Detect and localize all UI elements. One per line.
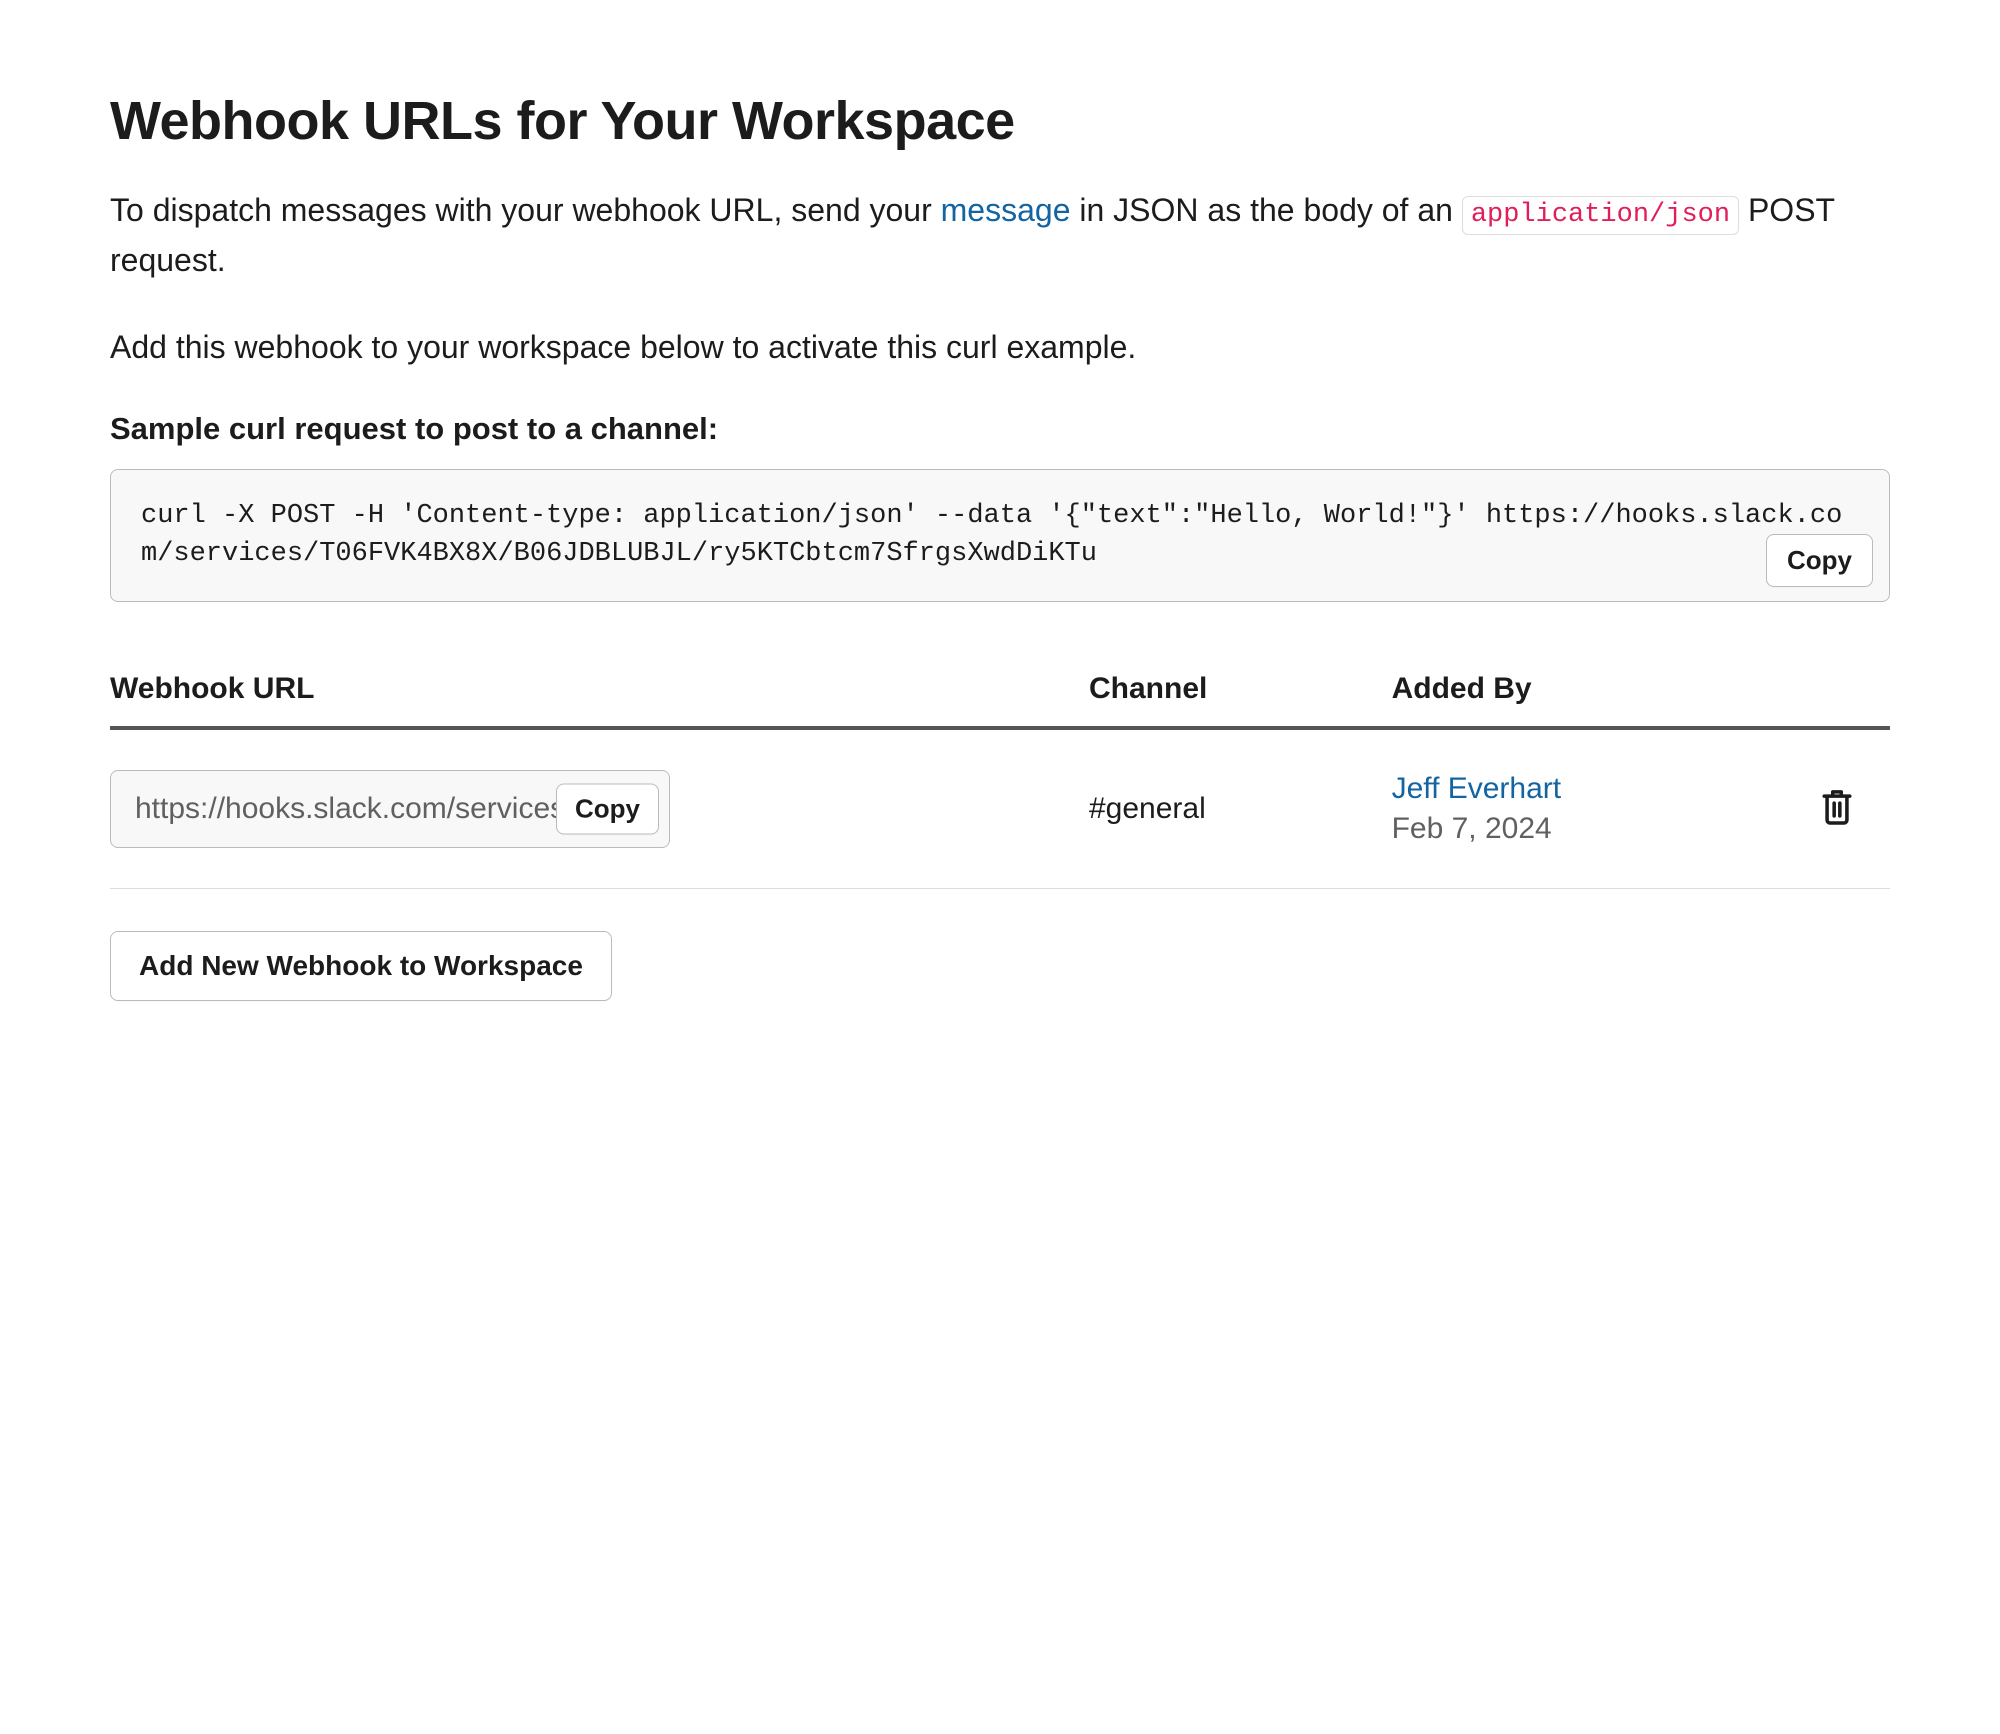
add-new-webhook-button[interactable]: Add New Webhook to Workspace — [110, 931, 612, 1001]
copy-curl-button[interactable]: Copy — [1766, 534, 1873, 587]
content-type-code: application/json — [1462, 196, 1739, 235]
webhook-table-header: Webhook URL Channel Added By — [110, 672, 1890, 730]
added-by-date: Feb 7, 2024 — [1392, 812, 1784, 846]
sample-curl-label: Sample curl request to post to a channel… — [110, 411, 1890, 447]
added-by-user-link[interactable]: Jeff Everhart — [1392, 772, 1562, 805]
curl-example-code: curl -X POST -H 'Content-type: applicati… — [141, 498, 1859, 574]
message-link[interactable]: message — [941, 192, 1071, 228]
header-added-by: Added By — [1392, 672, 1784, 706]
intro-paragraph: To dispatch messages with your webhook U… — [110, 186, 1890, 285]
activate-note: Add this webhook to your workspace below… — [110, 323, 1890, 373]
intro-text-mid: in JSON as the body of an — [1070, 192, 1461, 228]
webhook-url-box: https://hooks.slack.com/services Copy — [110, 770, 670, 848]
trash-icon — [1820, 787, 1854, 825]
curl-example-panel: curl -X POST -H 'Content-type: applicati… — [110, 469, 1890, 603]
copy-webhook-url-button[interactable]: Copy — [556, 784, 659, 835]
delete-webhook-button[interactable] — [1820, 787, 1854, 832]
webhook-table-row: https://hooks.slack.com/services Copy #g… — [110, 730, 1890, 889]
header-webhook-url: Webhook URL — [110, 672, 1089, 706]
header-channel: Channel — [1089, 672, 1392, 706]
page-heading: Webhook URLs for Your Workspace — [110, 90, 1890, 152]
webhook-channel: #general — [1089, 792, 1206, 825]
intro-text-prefix: To dispatch messages with your webhook U… — [110, 192, 941, 228]
